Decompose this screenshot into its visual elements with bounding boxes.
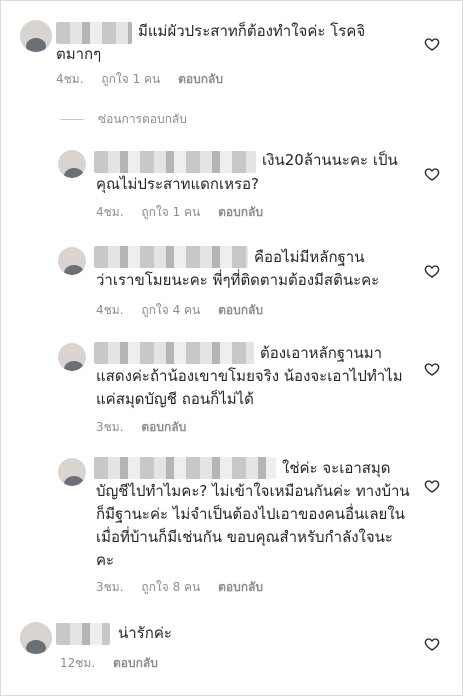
avatar[interactable]: [20, 622, 52, 654]
comment-text-line: ตมากๆ: [56, 45, 102, 63]
blurred-username[interactable]: [94, 342, 254, 364]
like-count[interactable]: ถูกใจ 1 คน: [141, 205, 200, 219]
comment-time: 4ชม.: [96, 205, 124, 219]
hide-replies-button[interactable]: ซ่อนการตอบกลับ: [60, 110, 187, 129]
comment-text-line: แค่สมุดบัญชี ถอนก็ไม่ได้: [96, 390, 254, 408]
heart-outline-icon[interactable]: [424, 166, 440, 182]
avatar[interactable]: [20, 20, 52, 52]
comment-meta: 4ชม. ถูกใจ 1 คน ตอบกลับ: [96, 203, 277, 222]
heart-outline-icon[interactable]: [424, 36, 440, 52]
like-count[interactable]: ถูกใจ 4 คน: [141, 303, 200, 317]
avatar[interactable]: [58, 458, 86, 486]
comment-text-line: แสดงค่ะถ้าน้องเขาขโมยจริง น้องจะเอาไปทำไ…: [96, 367, 403, 385]
heart-outline-icon[interactable]: [424, 478, 440, 494]
avatar[interactable]: [58, 150, 86, 178]
comment-text-line: บัญชีไปทำไมคะ? ไม่เข้าใจเหมือนกันค่ะ ทาง…: [96, 482, 410, 500]
comment-time: 4ชม.: [96, 303, 124, 317]
comment-meta: 4ชม. ถูกใจ 4 คน ตอบกลับ: [96, 301, 277, 320]
avatar[interactable]: [58, 247, 86, 275]
comment-time: 3ชม.: [96, 420, 124, 434]
comment-meta: 12ชม. ตอบกลับ: [60, 654, 172, 673]
heart-outline-icon[interactable]: [424, 636, 440, 652]
comment-text-line: เงิน20ล้านนะคะ เป็น: [262, 151, 398, 169]
comment-text-line: ก็มีฐานะค่ะ ไม่จำเป็นต้องไปเอาของคนอื่นเ…: [96, 505, 405, 523]
comment-meta: 3ชม. ถูกใจ 8 คน ตอบกลับ: [96, 578, 277, 597]
reply-button[interactable]: ตอบกลับ: [218, 205, 263, 219]
comment-text-line: เมื่อที่บ้านก็มีเช่นกัน ขอบคุณสำหรับกำลั…: [96, 528, 393, 546]
comment-text-line: น่ารักค่ะ: [118, 624, 172, 642]
reply-button[interactable]: ตอบกลับ: [218, 303, 263, 317]
like-count[interactable]: ถูกใจ 8 คน: [141, 580, 200, 594]
blurred-username[interactable]: [94, 457, 276, 479]
comment-time: 4ชม.: [56, 72, 84, 86]
comment-text-line: มีแม่ผัวประสาทก็ต้องทำใจค่ะ โรคจิ: [138, 22, 366, 40]
comment-text-line: คืออไม่มีหลักฐาน: [254, 248, 365, 266]
blurred-username[interactable]: [56, 22, 132, 44]
heart-outline-icon[interactable]: [424, 361, 440, 377]
comment-time: 12ชม.: [60, 656, 96, 670]
divider-line: [60, 119, 84, 120]
blurred-username[interactable]: [56, 623, 110, 645]
comment-text-line: คะ: [96, 551, 115, 569]
comment-time: 3ชม.: [96, 580, 124, 594]
blurred-username[interactable]: [94, 151, 256, 173]
comment-text-line: ใช่ค่ะ จะเอาสมุด: [282, 459, 391, 477]
blurred-username[interactable]: [94, 246, 248, 268]
reply-button[interactable]: ตอบกลับ: [218, 580, 263, 594]
comment-meta: 4ชม. ถูกใจ 1 คน ตอบกลับ: [56, 70, 237, 89]
comment-meta: 3ชม. ตอบกลับ: [96, 418, 200, 437]
hide-replies-label[interactable]: ซ่อนการตอบกลับ: [98, 110, 187, 129]
comment-text-line: คุณไม่ประสาทแดกเหรอ?: [96, 175, 260, 193]
comment-text-line: ว่าเราขโมยนะคะ พี่ๆที่ติดตามต้องมีสตินะค…: [96, 271, 380, 289]
reply-button[interactable]: ตอบกลับ: [178, 72, 223, 86]
reply-button[interactable]: ตอบกลับ: [141, 420, 186, 434]
comment-text-line: ต้องเอาหลักฐานมา: [260, 344, 383, 362]
reply-button[interactable]: ตอบกลับ: [113, 656, 158, 670]
avatar[interactable]: [58, 343, 86, 371]
like-count[interactable]: ถูกใจ 1 คน: [101, 72, 160, 86]
heart-outline-icon[interactable]: [424, 263, 440, 279]
